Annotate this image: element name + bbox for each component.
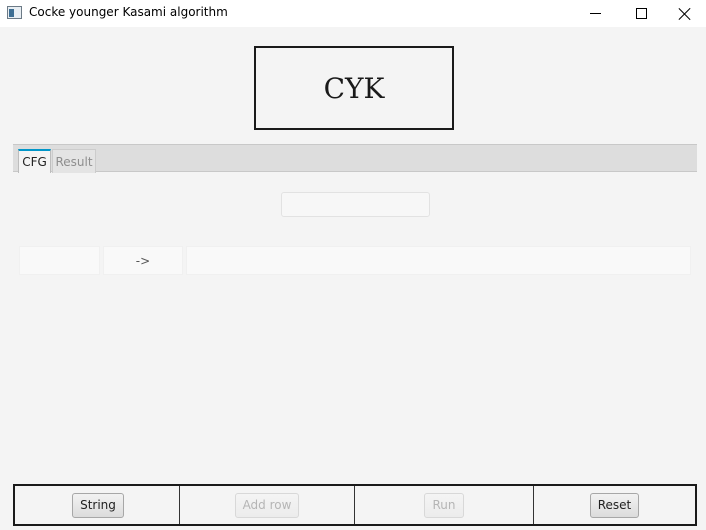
close-button[interactable] (662, 0, 706, 27)
tab-cfg[interactable]: CFG (18, 149, 51, 173)
minimize-button[interactable] (572, 0, 618, 27)
action-cell-string: String (15, 486, 180, 524)
maximize-icon (635, 8, 647, 19)
action-cell-reset: Reset (534, 486, 695, 524)
window-title: Cocke younger Kasami algorithm (29, 5, 228, 19)
action-bar: String Add row Run Reset (13, 484, 697, 526)
rule-left-input[interactable] (19, 246, 100, 275)
rule-arrow-label: -> (103, 246, 183, 275)
add-row-button[interactable]: Add row (234, 492, 300, 518)
string-input[interactable] (281, 192, 430, 217)
string-button[interactable]: String (72, 492, 124, 518)
page-title: CYK (323, 71, 385, 105)
maximize-button[interactable] (618, 0, 664, 27)
header-box: CYK (254, 46, 454, 130)
action-cell-run: Run (355, 486, 534, 524)
app-icon (7, 6, 22, 19)
action-cell-add-row: Add row (180, 486, 355, 524)
minimize-icon (589, 13, 601, 14)
reset-button[interactable]: Reset (589, 492, 640, 518)
tab-result[interactable]: Result (52, 149, 96, 173)
tab-bar: CFG Result (13, 144, 697, 173)
run-button[interactable]: Run (424, 492, 464, 518)
title-bar: Cocke younger Kasami algorithm (0, 0, 706, 27)
rule-right-input[interactable] (186, 246, 691, 275)
close-icon (679, 8, 691, 20)
